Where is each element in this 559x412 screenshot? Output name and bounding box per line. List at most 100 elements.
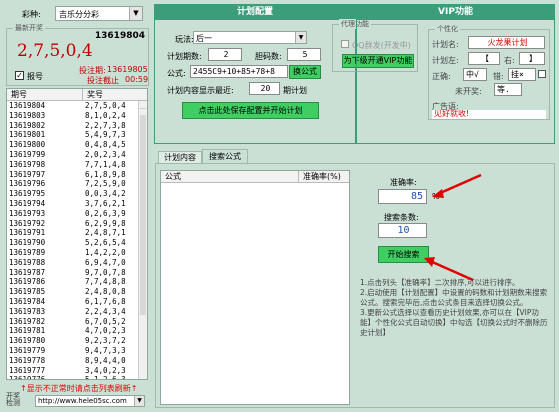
history-row-number: 0,2,6,3,9 <box>85 208 126 218</box>
history-row[interactable]: 13619788 6,9,4,7,0 <box>7 258 139 268</box>
history-row-issue: 13619791 <box>9 228 46 238</box>
history-row[interactable]: 13619789 1,4,2,2,0 <box>7 248 139 258</box>
pending-input[interactable]: 等. <box>494 83 522 96</box>
history-row-issue: 13619777 <box>9 365 46 375</box>
search-count-input[interactable]: 10 <box>378 223 427 238</box>
history-row[interactable]: 13619781 4,7,0,2,3 <box>7 326 139 336</box>
change-formula-button[interactable]: 换公式 <box>289 65 321 79</box>
periods-input[interactable]: 2 <box>208 48 242 61</box>
history-row-number: 3,4,0,2,3 <box>85 365 126 375</box>
wrong-input[interactable]: 挂× <box>508 68 536 81</box>
search-help-text: 1.点击列头【准确率】二次排序,可以进行排序。 2.启动使用【计划配置】中设置的… <box>360 278 548 337</box>
chevron-down-icon: ▼ <box>129 7 142 20</box>
qq-checkbox[interactable] <box>341 40 349 48</box>
code-count-label: 胆码数: <box>255 52 282 61</box>
left-input[interactable]: 【 <box>468 52 500 65</box>
history-row-issue: 13619792 <box>9 218 46 228</box>
history-row[interactable]: 13619791 2,4,8,7,1 <box>7 228 139 238</box>
history-row-number: 5,2,6,5,4 <box>85 238 126 248</box>
display-input[interactable]: 20 <box>249 82 280 95</box>
history-row[interactable]: 13619783 2,2,4,3,4 <box>7 307 139 317</box>
history-scrollbar[interactable] <box>138 101 147 379</box>
latest-numbers: 2,7,5,0,4 <box>17 41 93 61</box>
history-row[interactable]: 13619802 2,2,7,3,8 <box>7 121 139 131</box>
right-input[interactable]: 】 <box>519 52 545 65</box>
history-row-issue: 13619799 <box>9 149 46 159</box>
history-row-number: 5,4,9,7,3 <box>85 130 126 140</box>
history-col-number[interactable]: 奖号 <box>83 89 103 100</box>
alarm-checkbox[interactable]: ✓ <box>15 71 24 80</box>
ad-input[interactable]: 见好就收! <box>432 110 546 119</box>
display-label: 计划内容显示最近: <box>167 86 234 95</box>
history-row[interactable]: 13619800 0,4,8,4,5 <box>7 140 139 150</box>
tab-vip[interactable]: VIP功能 <box>357 5 554 20</box>
history-row-number: 2,0,2,3,4 <box>85 149 126 159</box>
history-row-issue: 13619787 <box>9 267 46 277</box>
history-row-issue: 13619794 <box>9 198 46 208</box>
history-row[interactable]: 13619793 0,2,6,3,9 <box>7 209 139 219</box>
personal-title: 个性化 <box>435 24 460 34</box>
history-row[interactable]: 13619784 6,1,7,6,8 <box>7 297 139 307</box>
history-row[interactable]: 13619804 2,7,5,0,4 <box>7 101 139 111</box>
history-row[interactable]: 13619803 8,1,0,2,4 <box>7 111 139 121</box>
history-row[interactable]: 13619780 9,2,3,7,2 <box>7 336 139 346</box>
history-row-number: 0,4,8,4,5 <box>85 140 126 150</box>
history-list[interactable]: 期号 奖号 13619804 2,7,5,0,4 13619803 8,1,0,2,4… <box>6 88 148 380</box>
formula-table[interactable]: 公式 准确率(%) <box>160 170 350 405</box>
formula-input[interactable]: 2455C9+10+85+78+8 <box>190 65 288 78</box>
tab-search-formula[interactable]: 搜索公式 <box>202 149 248 164</box>
correct-input[interactable]: 中√ <box>463 68 487 81</box>
history-row-issue: 13619784 <box>9 296 46 306</box>
search-count-label: 搜索条数: <box>384 213 419 222</box>
history-row-number: 7,7,1,4,8 <box>85 159 126 169</box>
plan-name-input[interactable]: 火龙果计划 <box>468 36 545 49</box>
history-row-issue: 13619803 <box>9 110 46 120</box>
history-row-issue: 13619786 <box>9 277 46 287</box>
countdown: 00:59 <box>125 75 149 84</box>
history-row-issue: 13619798 <box>9 159 46 169</box>
play-select[interactable]: 后一 ▼ <box>193 31 307 44</box>
history-row-number: 9,2,3,7,2 <box>85 336 126 346</box>
history-row[interactable]: 13619782 6,7,0,5,2 <box>7 317 139 327</box>
history-row[interactable]: 13619777 3,4,0,2,3 <box>7 366 139 376</box>
save-config-button[interactable]: 点击此处保存配置并开始计划 <box>182 102 319 119</box>
history-row[interactable]: 13619785 2,4,8,0,8 <box>7 287 139 297</box>
history-row[interactable]: 13619776 5,1,2,6,3 <box>7 375 139 379</box>
history-row[interactable]: 13619778 8,9,4,4,0 <box>7 356 139 366</box>
code-count-input[interactable]: 5 <box>287 48 321 61</box>
tab-plan-config[interactable]: 计划配置 <box>155 5 355 20</box>
history-row[interactable]: 13619801 5,4,9,7,3 <box>7 130 139 140</box>
correct-label: 正确: <box>432 72 451 81</box>
history-row-issue: 13619780 <box>9 336 46 346</box>
history-row[interactable]: 13619795 0,0,3,4,2 <box>7 189 139 199</box>
wrong-checkbox[interactable] <box>538 70 546 78</box>
history-row-number: 6,1,8,9,8 <box>85 169 126 179</box>
vip-panel: VIP功能 个性化 计划名: 火龙果计划 计划左: 【 右: 】 正确: 中√ … <box>356 4 555 144</box>
accuracy-input[interactable]: 85 <box>378 189 427 204</box>
chevron-down-icon: ▼ <box>134 396 144 406</box>
history-row-issue: 13619778 <box>9 355 46 365</box>
personal-panel: 个性化 计划名: 火龙果计划 计划左: 【 右: 】 正确: 中√ 错: 挂× … <box>428 24 550 120</box>
history-row[interactable]: 13619790 5,2,6,5,4 <box>7 238 139 248</box>
history-row[interactable]: 13619787 9,7,0,7,8 <box>7 268 139 278</box>
history-row[interactable]: 13619794 3,7,6,2,1 <box>7 199 139 209</box>
lottery-select[interactable]: 吉乐分分彩 ▼ <box>55 6 143 21</box>
history-row-issue: 13619802 <box>9 120 46 130</box>
history-row[interactable]: 13619799 2,0,2,3,4 <box>7 150 139 160</box>
history-row[interactable]: 13619796 7,2,5,9,0 <box>7 179 139 189</box>
formula-col-accuracy[interactable]: 准确率(%) <box>299 171 341 182</box>
history-row-number: 0,0,3,4,2 <box>85 189 126 199</box>
url-select[interactable]: http://www.hele05sc.com ▼ <box>35 395 145 407</box>
history-col-issue[interactable]: 期号 <box>7 89 83 100</box>
history-row-number: 2,7,5,0,4 <box>85 101 126 110</box>
history-row[interactable]: 13619798 7,7,1,4,8 <box>7 160 139 170</box>
history-row-issue: 13619797 <box>9 169 46 179</box>
history-row[interactable]: 13619792 6,2,9,9,8 <box>7 219 139 229</box>
history-row-number: 9,7,0,7,8 <box>85 267 126 277</box>
history-row[interactable]: 13619797 6,1,8,9,8 <box>7 170 139 180</box>
formula-col-formula[interactable]: 公式 <box>161 171 299 182</box>
history-row[interactable]: 13619779 9,4,7,3,3 <box>7 346 139 356</box>
chevron-down-icon: ▼ <box>295 32 306 43</box>
refresh-tip: ↑显示不正常时请点击列表刷新↑ <box>20 384 138 393</box>
history-row[interactable]: 13619786 7,7,4,8,8 <box>7 277 139 287</box>
